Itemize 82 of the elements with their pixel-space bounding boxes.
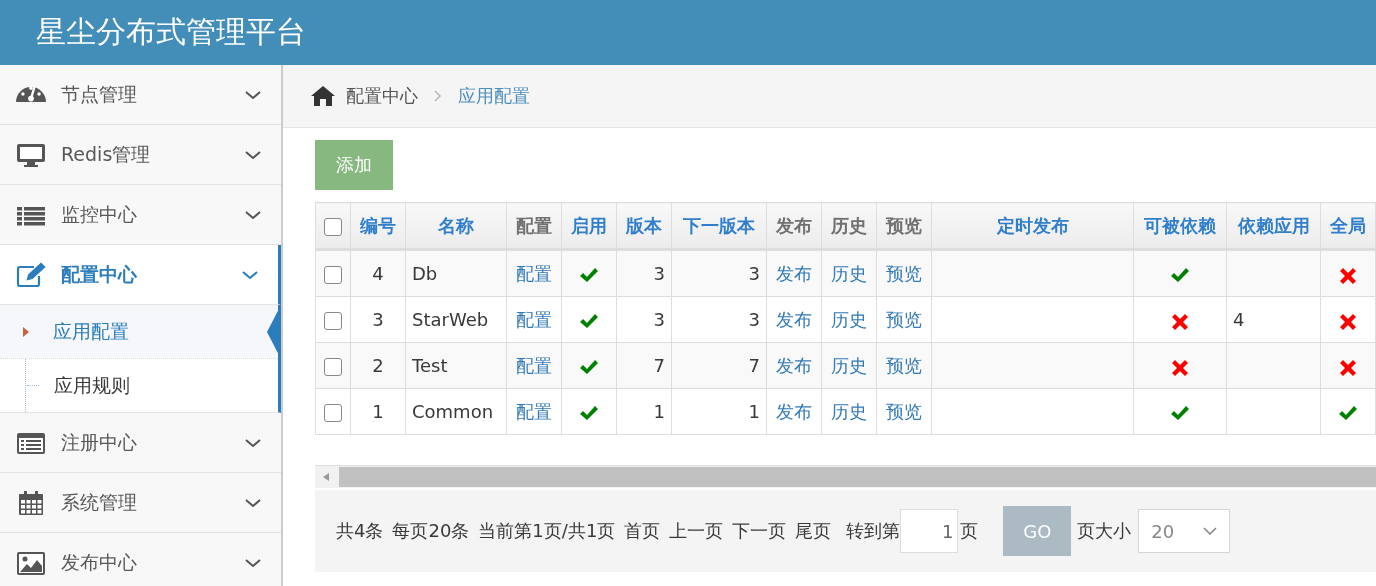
- row-checkbox[interactable]: [324, 312, 342, 330]
- column-header[interactable]: 配置: [506, 202, 562, 250]
- column-header[interactable]: 发布: [766, 202, 822, 250]
- table-cell: 1: [616, 388, 672, 435]
- menu-label: 发布中心: [61, 549, 138, 575]
- row-checkbox[interactable]: [324, 358, 342, 376]
- pager-link[interactable]: 下一页: [732, 519, 787, 543]
- pager-link[interactable]: 尾页: [795, 519, 832, 543]
- pager-text: 当前第1页/共1页: [478, 519, 616, 543]
- app-title: 星尘分布式管理平台: [36, 13, 306, 51]
- monitor-icon: [16, 141, 46, 168]
- table-cell: 3: [350, 296, 406, 343]
- pager-text: 共4条: [336, 519, 384, 543]
- caret-icon: [23, 326, 29, 337]
- menu-label: Redis管理: [61, 141, 152, 167]
- menu-label: 注册中心: [61, 429, 138, 455]
- table-cell: 1: [671, 388, 767, 435]
- column-header[interactable]: 可被依赖: [1133, 202, 1227, 250]
- chevron-down-icon: [245, 89, 261, 100]
- table-cell: 3: [671, 249, 767, 297]
- menu-label: 节点管理: [61, 81, 138, 107]
- table-cell: 7: [616, 342, 672, 389]
- column-header[interactable]: 依赖应用: [1226, 202, 1321, 250]
- column-header[interactable]: 定时发布: [931, 202, 1134, 250]
- table-cell: 3: [616, 249, 672, 297]
- chevron-down-icon: [245, 557, 261, 568]
- chevron-down-icon: [1203, 527, 1218, 535]
- page-number-field[interactable]: 1: [900, 509, 959, 553]
- pager-text: 页: [960, 519, 979, 543]
- menu-label: 监控中心: [61, 201, 138, 227]
- column-header[interactable]: 下一版本: [671, 202, 767, 250]
- row-checkbox[interactable]: [324, 266, 342, 284]
- table-cell: 7: [671, 342, 767, 389]
- breadcrumb-link[interactable]: 配置中心: [346, 84, 418, 108]
- horizontal-scrollbar[interactable]: [315, 465, 1376, 488]
- chevron-down-icon: [245, 437, 261, 448]
- select-all-checkbox[interactable]: [324, 218, 342, 236]
- image-icon: [16, 549, 46, 576]
- separator-icon: [434, 90, 442, 102]
- pager-text: 每页20条: [392, 519, 470, 543]
- chevron-down-icon: [245, 149, 261, 160]
- table-cell: 3: [671, 296, 767, 343]
- pager-text: 页大小: [1077, 519, 1132, 543]
- edit-icon: [16, 261, 46, 288]
- add-button[interactable]: 添加: [315, 140, 393, 190]
- breadcrumb-link[interactable]: 应用配置: [458, 84, 530, 108]
- menu-label: 系统管理: [61, 489, 138, 515]
- column-header[interactable]: 编号: [350, 202, 406, 250]
- menu-label: 配置中心: [61, 261, 138, 287]
- pager-text: 转到第: [846, 519, 901, 543]
- submenu-item[interactable]: 应用规则: [0, 358, 278, 412]
- table-cell: StarWeb: [405, 296, 507, 343]
- column-header[interactable]: 版本: [616, 202, 672, 250]
- chevron-down-icon: [245, 209, 261, 220]
- table-cell: Common: [405, 388, 507, 435]
- gauge-icon: [16, 87, 46, 102]
- chevron-down-icon: [242, 269, 258, 280]
- sidebar-item[interactable]: 配置中心: [0, 245, 281, 305]
- table-cell: 4: [350, 249, 406, 297]
- table-cell: Db: [405, 249, 507, 297]
- pager-link[interactable]: 首页: [624, 519, 661, 543]
- table-cell: 3: [616, 296, 672, 343]
- page-size-select[interactable]: 20: [1138, 509, 1231, 553]
- table-cell: Test: [405, 342, 507, 389]
- scroll-thumb[interactable]: [339, 467, 1376, 487]
- column-header[interactable]: 历史: [821, 202, 877, 250]
- home-icon: [310, 85, 336, 107]
- column-header[interactable]: 全局: [1320, 202, 1376, 250]
- row-checkbox[interactable]: [324, 404, 342, 422]
- chevron-down-icon: [245, 497, 261, 508]
- calendar-icon: [16, 489, 46, 516]
- table-cell: 2: [350, 342, 406, 389]
- submenu-label: 应用规则: [54, 372, 130, 398]
- submenu-item[interactable]: 应用配置: [0, 305, 278, 358]
- table-cell: 4: [1226, 296, 1321, 343]
- scroll-left-icon[interactable]: [323, 473, 329, 481]
- pager-link[interactable]: 上一页: [669, 519, 724, 543]
- column-header[interactable]: 启用: [561, 202, 617, 250]
- column-header[interactable]: 预览: [876, 202, 932, 250]
- submenu-label: 应用配置: [53, 318, 129, 344]
- table-cell: 1: [350, 388, 406, 435]
- column-header[interactable]: 名称: [405, 202, 507, 250]
